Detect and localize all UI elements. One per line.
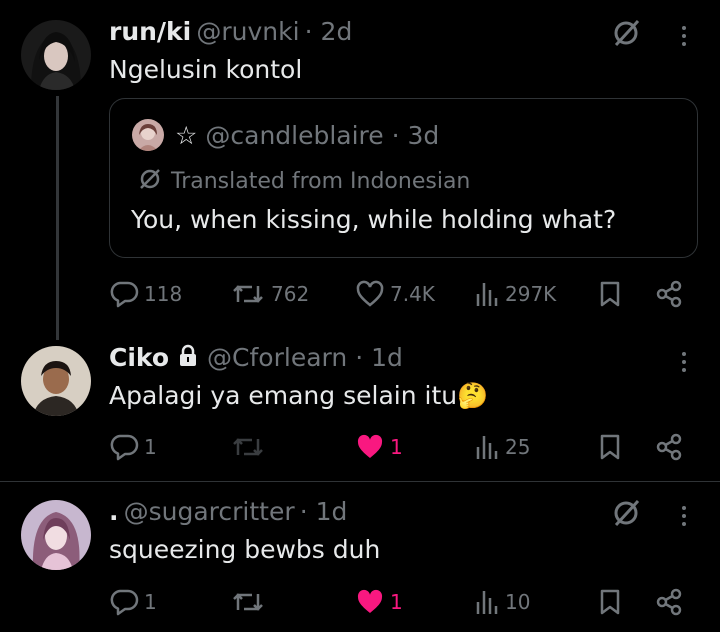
- more-options-icon[interactable]: [682, 502, 688, 530]
- avatar[interactable]: [21, 20, 91, 90]
- timestamp[interactable]: · 1d: [355, 343, 403, 372]
- reply-count: 1: [144, 435, 157, 459]
- timestamp[interactable]: · 1d: [300, 497, 348, 526]
- thinking-emoji: 🤔: [457, 381, 489, 410]
- translated-label[interactable]: Translated from Indonesian: [171, 169, 470, 194]
- repost-icon: [233, 593, 263, 611]
- repost-button[interactable]: 762: [230, 280, 309, 308]
- grok-icon[interactable]: [610, 17, 642, 53]
- avatar[interactable]: [21, 500, 91, 570]
- like-button[interactable]: 1: [355, 588, 403, 616]
- reply-icon: [110, 589, 139, 616]
- reply-button[interactable]: 118: [109, 280, 182, 308]
- more-options-icon[interactable]: [682, 22, 688, 50]
- like-count: 1: [390, 435, 403, 459]
- like-button[interactable]: 7.4K: [355, 280, 435, 308]
- reply-count: 1: [144, 590, 157, 614]
- tweet-text: Apalagi ya emang selain itu: [109, 381, 458, 410]
- divider: [0, 481, 720, 482]
- heart-icon: [356, 280, 384, 307]
- display-name[interactable]: .: [109, 497, 119, 526]
- bookmark-icon[interactable]: [598, 280, 622, 312]
- star-icon: ☆: [175, 121, 198, 150]
- views-icon: [476, 591, 498, 614]
- repost-button[interactable]: [230, 433, 271, 461]
- like-count: 7.4K: [390, 282, 435, 306]
- quoted-avatar[interactable]: [132, 119, 164, 151]
- heart-filled-icon: [357, 589, 383, 613]
- like-button[interactable]: 1: [355, 433, 403, 461]
- share-icon[interactable]: [654, 432, 684, 466]
- quoted-text: You, when kissing, while holding what?: [131, 205, 617, 234]
- user-handle[interactable]: @ruvnki: [196, 17, 299, 46]
- bookmark-icon[interactable]: [598, 588, 622, 620]
- views-button[interactable]: 10: [472, 588, 530, 616]
- reply-icon: [110, 434, 139, 461]
- repost-button[interactable]: [230, 588, 271, 616]
- reply-count: 118: [144, 282, 183, 306]
- quoted-handle[interactable]: @candleblaire: [205, 121, 383, 150]
- display-name[interactable]: run/ki: [109, 17, 191, 46]
- reply-button[interactable]: 1: [109, 433, 157, 461]
- repost-icon: [233, 285, 263, 303]
- views-count: 10: [505, 590, 531, 614]
- reply-button[interactable]: 1: [109, 588, 157, 616]
- quoted-timestamp[interactable]: · 3d: [392, 121, 440, 150]
- views-icon: [476, 436, 498, 459]
- share-icon[interactable]: [654, 587, 684, 621]
- views-button[interactable]: 25: [472, 433, 530, 461]
- views-count: 25: [505, 435, 531, 459]
- repost-icon: [233, 438, 263, 456]
- views-count: 297K: [505, 282, 557, 306]
- lock-icon: [177, 344, 199, 372]
- share-icon[interactable]: [654, 279, 684, 313]
- translate-icon: [137, 166, 163, 196]
- bookmark-icon[interactable]: [598, 433, 622, 465]
- grok-icon[interactable]: [610, 497, 642, 533]
- reply-icon: [110, 281, 139, 308]
- timestamp[interactable]: · 2d: [305, 17, 353, 46]
- user-handle[interactable]: @Cforlearn: [207, 343, 347, 372]
- heart-filled-icon: [357, 434, 383, 458]
- display-name[interactable]: Ciko: [109, 343, 169, 372]
- tweet-text: squeezing bewbs duh: [109, 535, 381, 564]
- like-count: 1: [390, 590, 403, 614]
- more-options-icon[interactable]: [682, 348, 688, 376]
- user-handle[interactable]: @sugarcritter: [124, 497, 295, 526]
- repost-count: 762: [271, 282, 310, 306]
- views-icon: [476, 283, 498, 306]
- views-button[interactable]: 297K: [472, 280, 556, 308]
- tweet-text: Ngelusin kontol: [109, 55, 303, 84]
- avatar[interactable]: [21, 346, 91, 416]
- thread-line: [56, 96, 59, 340]
